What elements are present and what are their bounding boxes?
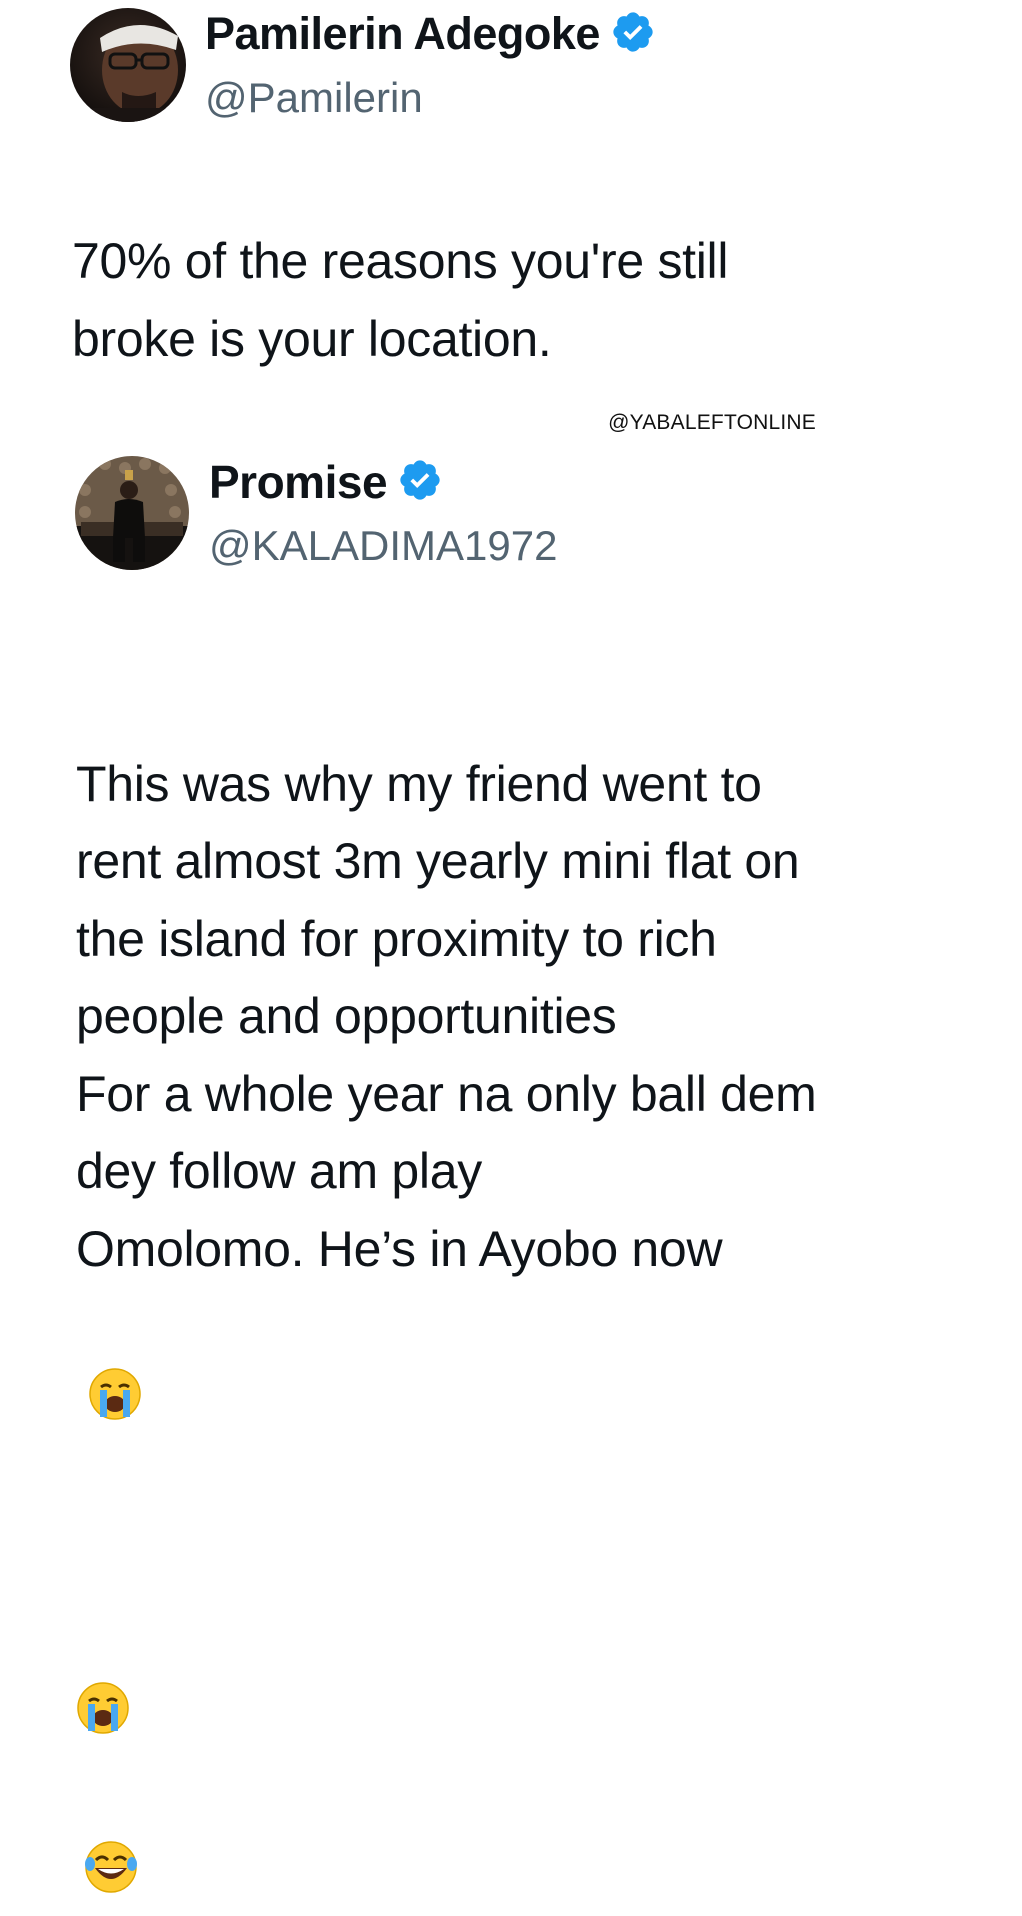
author-display-name[interactable]: Promise	[209, 455, 388, 509]
author-avatar[interactable]	[70, 8, 186, 122]
tweet-text: 70% of the reasons you're still broke is…	[72, 233, 729, 367]
tears-of-joy-face-icon	[84, 1761, 138, 1916]
verified-badge-icon	[397, 457, 443, 508]
loudly-crying-face-icon	[76, 1602, 130, 1757]
loudly-crying-face-icon	[88, 1288, 142, 1443]
avatar-photo-icon	[75, 456, 189, 570]
author-name-row: Pamilerin Adegoke	[205, 6, 656, 62]
tweet-text-content: This was why my friend went to rent almo…	[76, 755, 817, 1277]
author-display-name[interactable]: Pamilerin Adegoke	[205, 8, 600, 60]
tweet-text: This was why my friend went to rent almo…	[76, 668, 817, 1916]
author-handle[interactable]: @KALADIMA1972	[209, 522, 557, 570]
tweet-card-2[interactable]: Promise @KALADIMA1972 This was why my fr…	[0, 440, 1022, 1893]
tweet-card-1[interactable]: Pamilerin Adegoke @Pamilerin 70% of the …	[0, 0, 1022, 400]
verified-badge-icon	[610, 9, 656, 60]
author-avatar[interactable]	[75, 456, 189, 570]
watermark-label: @YABALEFTONLINE	[608, 411, 816, 434]
author-name-row: Promise	[209, 454, 443, 510]
avatar-photo-icon	[70, 8, 186, 122]
author-handle[interactable]: @Pamilerin	[205, 74, 423, 122]
